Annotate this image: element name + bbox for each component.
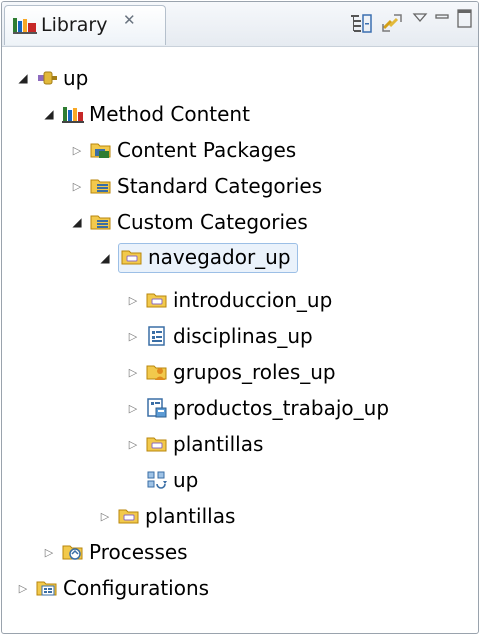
collapse-twisty[interactable]: ▷	[126, 401, 140, 415]
plugin-icon	[36, 68, 58, 88]
collapse-twisty[interactable]: ▷	[16, 581, 30, 595]
expand-twisty[interactable]: ◢	[42, 107, 56, 121]
tree-item-up-plugin[interactable]: ◢ up	[16, 60, 88, 96]
tree-item-content-packages[interactable]: ▷ Content Packages	[70, 132, 296, 168]
view-tab-bar: Library ✕	[2, 2, 478, 47]
role-set-icon	[146, 362, 168, 382]
tree-item-custom-categories[interactable]: ◢ Custom Categories	[70, 204, 307, 240]
tree-item-productos-trabajo-up[interactable]: ▷ productos_trabajo_up	[126, 390, 389, 426]
tree-item-up-process[interactable]: up	[146, 462, 198, 498]
tree-item-navegador-up[interactable]: ◢ navegador_up	[98, 240, 298, 276]
tree-item-grupos-roles-up[interactable]: ▷ grupos_roles_up	[126, 354, 336, 390]
expand-twisty[interactable]: ◢	[70, 215, 84, 229]
custom-category-icon	[118, 506, 140, 526]
link-with-editor-icon[interactable]	[380, 12, 404, 38]
process-reference-icon	[146, 470, 168, 490]
selection-highlight: navegador_up	[118, 243, 298, 273]
collapse-twisty[interactable]: ▷	[126, 437, 140, 451]
tree-item-standard-categories[interactable]: ▷ Standard Categories	[70, 168, 322, 204]
collapse-twisty[interactable]: ▷	[70, 143, 84, 157]
work-product-kind-icon	[146, 398, 168, 418]
tree-item-processes[interactable]: ▷ Processes	[42, 534, 188, 570]
library-tab[interactable]: Library ✕	[4, 5, 166, 45]
collapse-twisty[interactable]: ▷	[126, 293, 140, 307]
expand-twisty[interactable]: ◢	[16, 71, 30, 85]
tree-item-disciplinas-up[interactable]: ▷ disciplinas_up	[126, 318, 313, 354]
expand-twisty[interactable]: ◢	[98, 251, 112, 265]
minimize-icon[interactable]	[434, 8, 450, 27]
library-tree[interactable]: ◢ up ◢ Method Content ▷ Content Packages…	[2, 46, 478, 633]
tree-item-plantillas[interactable]: ▷ plantillas	[126, 426, 264, 462]
library-icon	[13, 16, 37, 38]
collapse-all-icon[interactable]	[350, 12, 372, 38]
close-icon[interactable]: ✕	[123, 11, 136, 29]
tree-item-configurations[interactable]: ▷ Configurations	[16, 570, 209, 606]
standard-categories-icon	[90, 176, 112, 196]
collapse-twisty[interactable]: ▷	[70, 179, 84, 193]
collapse-twisty[interactable]: ▷	[126, 329, 140, 343]
tab-title: Library	[41, 14, 108, 36]
custom-category-icon	[146, 434, 168, 454]
tree-item-method-content[interactable]: ◢ Method Content	[42, 96, 250, 132]
tree-item-introduccion-up[interactable]: ▷ introduccion_up	[126, 282, 333, 318]
content-packages-icon	[90, 140, 112, 160]
tree-item-plantillas[interactable]: ▷ plantillas	[98, 498, 236, 534]
custom-category-icon	[146, 290, 168, 310]
configurations-icon	[36, 578, 58, 598]
maximize-icon[interactable]	[456, 8, 474, 34]
collapse-twisty[interactable]: ▷	[98, 509, 112, 523]
custom-categories-icon	[90, 212, 112, 232]
collapse-twisty[interactable]: ▷	[126, 365, 140, 379]
view-menu-icon[interactable]	[412, 10, 428, 29]
custom-category-icon	[121, 247, 143, 267]
method-content-icon	[62, 104, 84, 124]
collapse-twisty[interactable]: ▷	[42, 545, 56, 559]
library-view: Library ✕ ◢ up ◢ Method Content ▷ Conten…	[1, 1, 479, 634]
discipline-grouping-icon	[146, 326, 168, 346]
processes-icon	[62, 542, 84, 562]
